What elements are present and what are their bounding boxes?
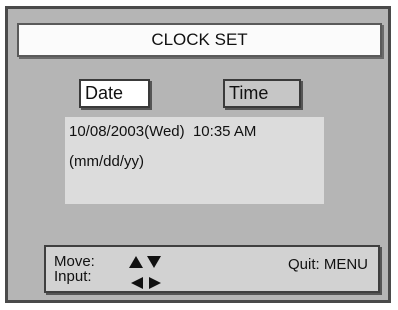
screen-title: CLOCK SET (151, 30, 248, 49)
move-label: Move: (54, 253, 95, 270)
screen-title-bar: CLOCK SET (17, 23, 382, 57)
date-time-value[interactable]: 10/08/2003(Wed) 10:35 AM (69, 123, 256, 140)
date-format-hint: (mm/dd/yy) (69, 153, 144, 170)
tab-time[interactable]: Time (223, 79, 301, 108)
date-time-panel: 10/08/2003(Wed) 10:35 AM (mm/dd/yy) (65, 117, 324, 204)
input-label: Input: (54, 268, 92, 285)
quit-label: Quit: MENU (287, 256, 368, 273)
tab-time-label: Time (229, 83, 269, 103)
tab-date[interactable]: Date (79, 79, 150, 108)
left-right-arrows-icon (131, 277, 161, 289)
help-bar: Move: Input: Quit: MENU (44, 245, 380, 293)
clock-set-screen: CLOCK SET Date Time 10/08/2003(Wed) 10:3… (5, 6, 391, 303)
up-down-arrows-icon (129, 256, 161, 268)
tab-date-label: Date (85, 83, 124, 103)
